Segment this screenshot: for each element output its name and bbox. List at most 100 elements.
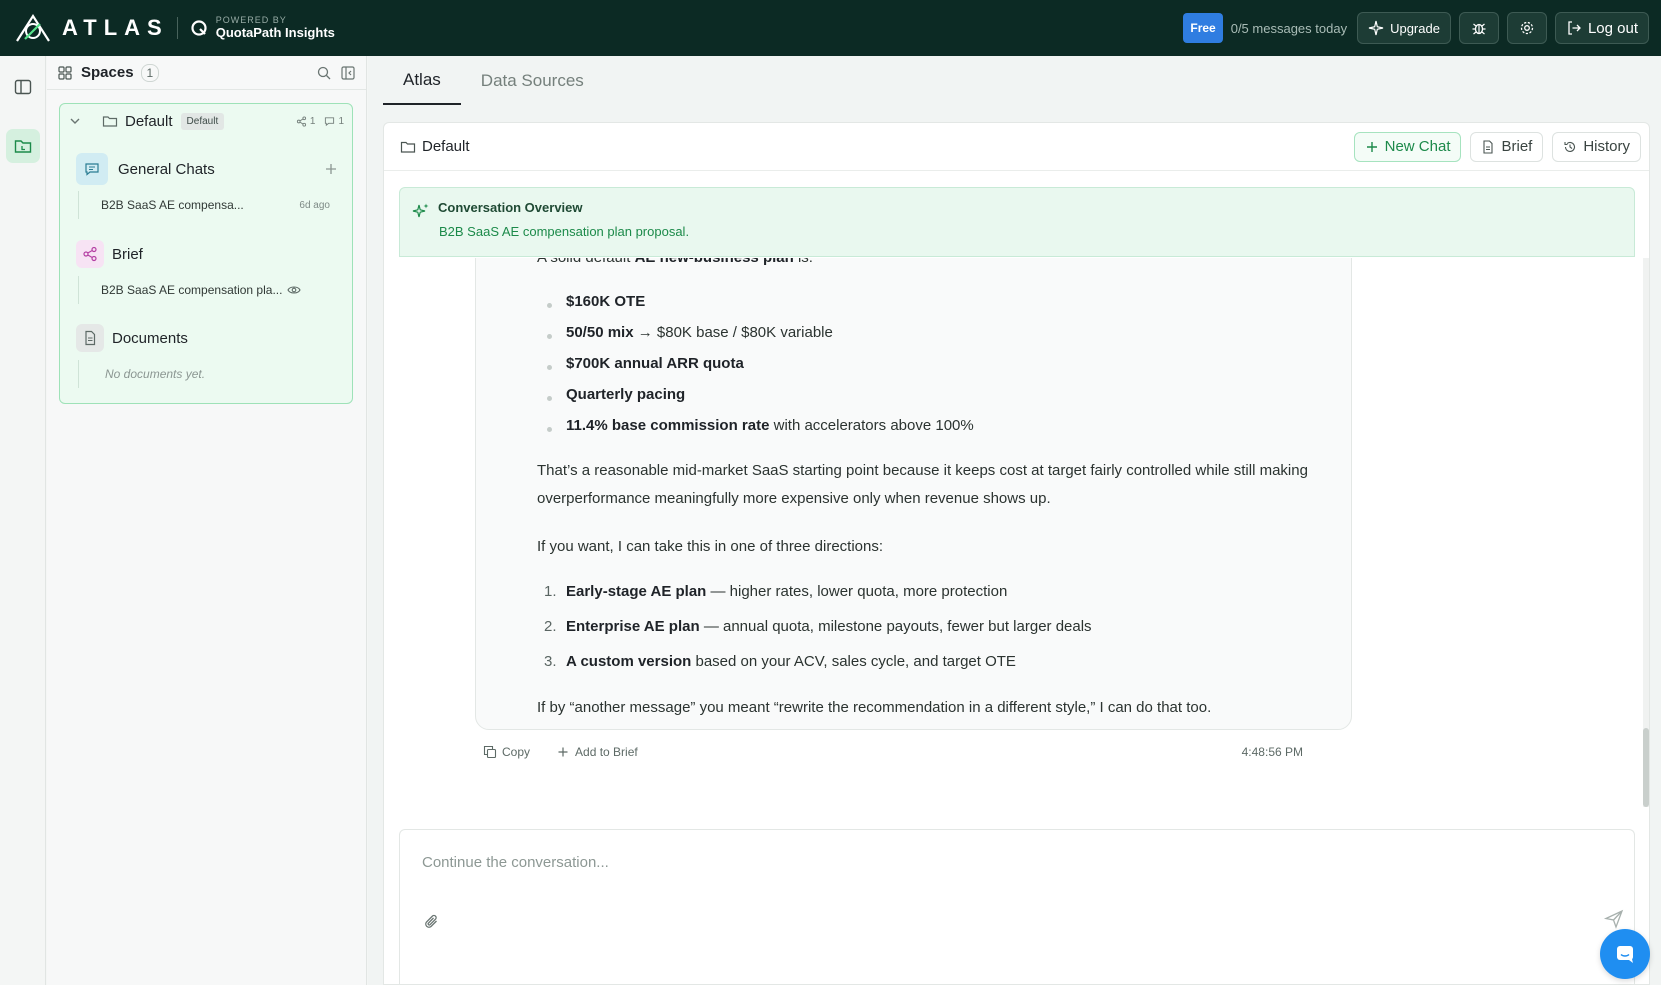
- bullet-quota: $700K annual ARR quota: [566, 355, 744, 372]
- add-to-brief-button[interactable]: Add to Brief: [556, 745, 638, 759]
- conversation-overview: Conversation Overview B2B SaaS AE compen…: [399, 187, 1635, 257]
- new-chat-label: New Chat: [1384, 138, 1451, 155]
- section-documents: Documents No documents yet.: [76, 322, 338, 388]
- general-chats-icon-wrap: [76, 153, 108, 185]
- plan-badge: Free: [1183, 13, 1223, 43]
- message-composer: [399, 829, 1635, 984]
- option-number: 2.: [544, 618, 557, 635]
- atlas-logo-icon: [16, 13, 50, 42]
- copy-icon: [483, 745, 497, 759]
- history-icon: [1564, 141, 1576, 152]
- plus-icon: [558, 747, 568, 757]
- bug-icon: [1472, 23, 1486, 35]
- support-chat-icon: [1617, 946, 1633, 963]
- upgrade-label: Upgrade: [1390, 20, 1440, 36]
- quotapath-icon: [191, 20, 207, 36]
- documents-icon-wrap: [76, 324, 104, 352]
- message-actions: Copy Add to Brief 4:48:56 PM: [483, 742, 1303, 762]
- paragraph-line: overperformance meaningfully more expens…: [537, 490, 1051, 507]
- chat-count: 1: [338, 115, 344, 127]
- copy-label: Copy: [502, 745, 531, 759]
- sparkle-icon: [1368, 20, 1384, 36]
- message-count: 0/5 messages today: [1230, 20, 1348, 36]
- overview-title: Conversation Overview: [438, 200, 583, 215]
- send-icon[interactable]: [1603, 908, 1625, 930]
- sidebar-panel-icon: [14, 79, 32, 95]
- bullet-dot: [547, 303, 552, 308]
- message-input[interactable]: [422, 854, 1602, 871]
- section-brief: Brief B2B SaaS AE compensation pla...: [76, 238, 338, 304]
- copy-button[interactable]: Copy: [483, 745, 530, 759]
- default-badge: Default: [180, 112, 225, 130]
- icon-rail: [0, 56, 46, 985]
- bullet-mix: 50/50 mix → $80K base / $80K variable: [566, 324, 833, 341]
- scrollbar-thumb[interactable]: [1643, 728, 1649, 807]
- chat-panel: Default New Chat Brief History Conversat…: [383, 122, 1650, 985]
- powered-by: POWERED BY QuotaPath Insights: [190, 15, 335, 40]
- bullet-commission: 11.4% base commission rate with accelera…: [566, 417, 974, 434]
- collapse-sidebar-icon[interactable]: [340, 65, 356, 81]
- chat-list-item[interactable]: B2B SaaS AE compensa... 6d ago: [78, 191, 338, 219]
- brief-icon-wrap: [76, 240, 104, 268]
- message-timestamp: 4:48:56 PM: [1241, 745, 1303, 759]
- brief-title: Brief: [112, 245, 143, 263]
- top-bar: ATLAS POWERED BY QuotaPath Insights Free…: [0, 0, 1661, 56]
- folder-icon: [400, 141, 416, 153]
- upgrade-button[interactable]: Upgrade: [1357, 12, 1451, 44]
- settings-button[interactable]: [1506, 12, 1547, 44]
- space-header[interactable]: Default Default 1 1: [60, 104, 352, 138]
- brief-list-item[interactable]: B2B SaaS AE compensation pla...: [78, 276, 338, 304]
- option-number: 3.: [544, 653, 557, 670]
- chevron-down-icon[interactable]: [68, 114, 82, 128]
- document-icon: [85, 330, 96, 346]
- grid-icon: [58, 65, 72, 80]
- bullet-dot: [547, 365, 552, 370]
- folder-icon: [14, 140, 32, 153]
- option-custom: A custom version based on your ACV, sale…: [566, 653, 1016, 670]
- spaces-count: 1: [140, 63, 160, 82]
- main-tabs: Atlas Data Sources: [383, 56, 604, 105]
- message-square-icon: [85, 163, 99, 176]
- logout-label: Log out: [1587, 19, 1638, 37]
- message-list[interactable]: A solid default AE new-business plan is:…: [384, 258, 1649, 807]
- new-chat-button[interactable]: New Chat: [1353, 131, 1462, 162]
- sidebar-header: Spaces 1: [47, 56, 366, 90]
- brand-name: ATLAS: [62, 15, 169, 40]
- brief-label: Brief: [1501, 138, 1533, 155]
- section-general-chats: General Chats B2B SaaS AE compensa... 6d…: [76, 153, 338, 219]
- atlas-logo[interactable]: ATLAS: [14, 13, 169, 43]
- logout-icon: [1568, 21, 1581, 35]
- plus-icon: [1366, 141, 1377, 152]
- panel-title: Default: [422, 138, 470, 155]
- brief-button[interactable]: Brief: [1470, 131, 1544, 162]
- bug-report-button[interactable]: [1458, 12, 1499, 44]
- chat-item-label: B2B SaaS AE compensa...: [101, 198, 244, 212]
- bullet-dot: [547, 427, 552, 432]
- support-chat-button[interactable]: [1600, 929, 1650, 979]
- share-icon: [296, 115, 306, 127]
- brand-divider: [176, 17, 178, 39]
- history-button[interactable]: History: [1552, 131, 1641, 162]
- paperclip-icon[interactable]: [422, 912, 442, 932]
- bullet-dot: [547, 396, 552, 401]
- spaces-rail-button[interactable]: [6, 129, 40, 163]
- logout-button[interactable]: Log out: [1554, 12, 1649, 44]
- chat-panel-header: Default New Chat Brief History: [384, 123, 1649, 171]
- tab-data-sources[interactable]: Data Sources: [461, 56, 604, 105]
- assistant-message: A solid default AE new-business plan is:…: [475, 258, 1352, 730]
- documents-title: Documents: [112, 329, 188, 347]
- sidebar-title: Spaces: [81, 64, 134, 81]
- message-scrollbar[interactable]: [1643, 258, 1649, 807]
- search-icon[interactable]: [316, 65, 332, 81]
- overview-text: B2B SaaS AE compensation plan proposal.: [439, 224, 690, 239]
- general-chats-header[interactable]: General Chats: [76, 153, 338, 185]
- brief-item-label: B2B SaaS AE compensation pla...: [101, 283, 283, 297]
- tab-atlas[interactable]: Atlas: [383, 56, 461, 105]
- toggle-sidebar-button[interactable]: [6, 70, 40, 104]
- brief-header[interactable]: Brief: [76, 238, 338, 270]
- plus-icon[interactable]: [324, 162, 338, 176]
- eye-icon[interactable]: [287, 283, 302, 297]
- bullet-ote: $160K OTE: [566, 293, 646, 310]
- documents-header[interactable]: Documents: [76, 322, 338, 354]
- chat-item-time: 6d ago: [299, 199, 330, 211]
